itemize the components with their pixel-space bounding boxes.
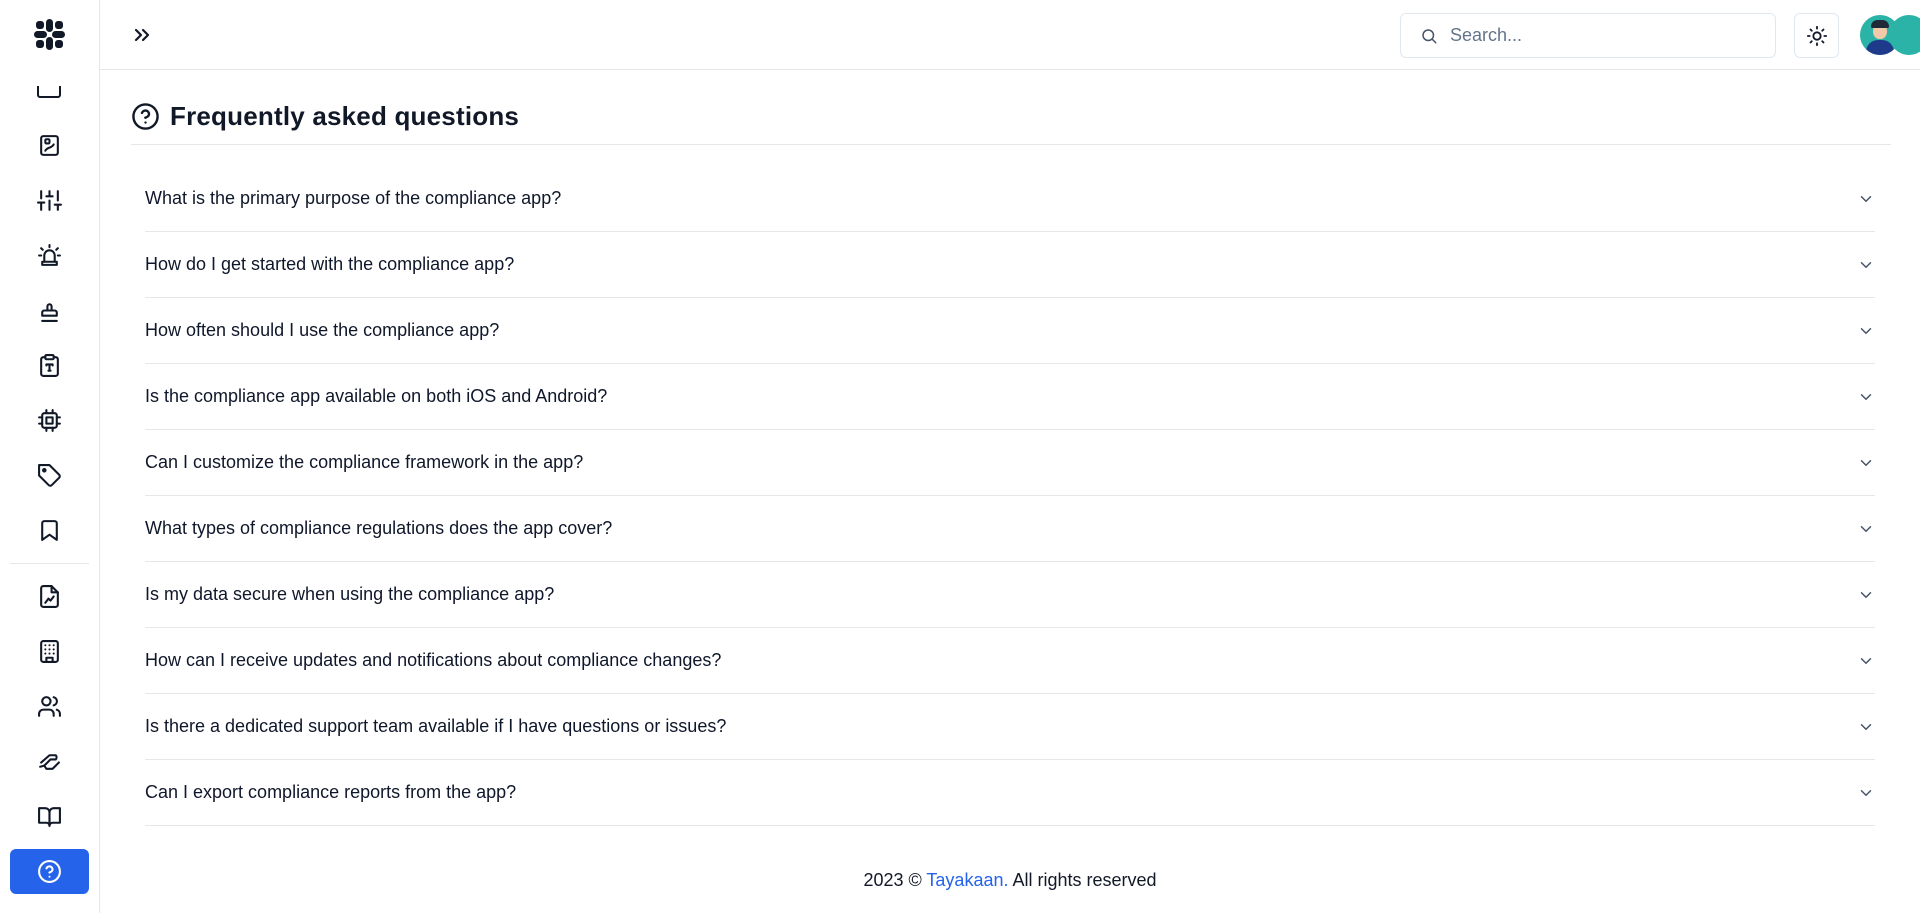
- chevron-down-icon: [1860, 195, 1872, 202]
- tag-icon: [38, 464, 61, 487]
- expand-sidebar-button[interactable]: [129, 22, 155, 48]
- stamp-icon: [41, 303, 58, 322]
- sun-icon: [1806, 25, 1827, 46]
- footer: 2023 © Tayakaan. All rights reserved: [100, 870, 1920, 891]
- chevron-down-icon: [1860, 723, 1872, 730]
- footer-rights: All rights reserved: [1008, 870, 1157, 890]
- search-box[interactable]: [1400, 13, 1776, 58]
- sidebar-item-users[interactable]: [10, 684, 89, 729]
- footer-brand-link[interactable]: Tayakaan.: [926, 870, 1008, 890]
- sidebar-item-reports[interactable]: [10, 574, 89, 619]
- building-icon: [40, 640, 59, 663]
- faq-question: How often should I use the compliance ap…: [145, 320, 500, 340]
- sidebar-item-partial[interactable]: [37, 86, 61, 100]
- chevron-down-icon: [1860, 459, 1872, 466]
- chevron-down-icon: [1860, 657, 1872, 664]
- chevrons-right-icon: [134, 28, 150, 42]
- sidebar-item-alerts[interactable]: [10, 233, 89, 278]
- clipboard-type-icon: [40, 354, 59, 377]
- faq-item[interactable]: Is my data secure when using the complia…: [145, 562, 1875, 628]
- sidebar-item-organization[interactable]: [10, 629, 89, 674]
- faq-accordion: What is the primary purpose of the compl…: [145, 166, 1875, 826]
- chevron-down-icon: [1860, 525, 1872, 532]
- faq-question: Is my data secure when using the complia…: [145, 584, 555, 604]
- cpu-icon: [38, 409, 61, 432]
- faq-question: Can I customize the compliance framework…: [145, 452, 584, 472]
- sidebar-item-settings[interactable]: [10, 178, 89, 223]
- faq-item[interactable]: What types of compliance regulations doe…: [145, 496, 1875, 562]
- book-open-icon: [38, 807, 61, 827]
- chevron-down-icon: [1860, 393, 1872, 400]
- page-heading: Frequently asked questions: [131, 101, 519, 132]
- sidebar-item-approvals[interactable]: [10, 288, 89, 333]
- sidebar-item-tags[interactable]: [10, 453, 89, 498]
- faq-question: How do I get started with the compliance…: [145, 254, 515, 274]
- faq-question: What types of compliance regulations doe…: [145, 518, 613, 538]
- chevron-down-icon: [1860, 789, 1872, 796]
- faq-question: Is there a dedicated support team availa…: [145, 716, 727, 736]
- siren-icon: [38, 244, 61, 266]
- faq-item[interactable]: What is the primary purpose of the compl…: [145, 166, 1875, 232]
- sidebar: [0, 0, 100, 913]
- bookmark-icon: [41, 520, 58, 541]
- sidebar-divider: [10, 563, 89, 564]
- search-input[interactable]: [1450, 25, 1750, 46]
- sidebar-item-docs[interactable]: [10, 794, 89, 839]
- file-chart-icon: [40, 585, 59, 608]
- users-icon: [38, 696, 61, 717]
- help-circle-icon: [38, 860, 61, 883]
- faq-question: Is the compliance app available on both …: [145, 386, 608, 406]
- sidebar-item-bookmarks[interactable]: [10, 508, 89, 553]
- handshake-icon: [39, 754, 60, 770]
- footer-copyright: 2023 ©: [863, 870, 927, 890]
- sidebar-item-partners[interactable]: [10, 739, 89, 784]
- page-title: Frequently asked questions: [170, 101, 520, 131]
- faq-item[interactable]: Can I export compliance reports from the…: [145, 760, 1875, 826]
- sidebar-item-tasks[interactable]: [10, 343, 89, 388]
- faq-item[interactable]: Is the compliance app available on both …: [145, 364, 1875, 430]
- chevron-down-icon: [1860, 327, 1872, 334]
- search-icon: [1422, 28, 1437, 43]
- sidebar-item-faq[interactable]: [10, 849, 89, 894]
- sidebar-item-systems[interactable]: [10, 398, 89, 443]
- faq-item[interactable]: How can I receive updates and notificati…: [145, 628, 1875, 694]
- help-circle-icon: [132, 103, 159, 130]
- faq-item[interactable]: How often should I use the compliance ap…: [145, 298, 1875, 364]
- heading-divider: [131, 144, 1891, 145]
- theme-toggle-button[interactable]: [1794, 13, 1839, 58]
- chevron-down-icon: [1860, 261, 1872, 268]
- faq-item[interactable]: Can I customize the compliance framework…: [145, 430, 1875, 496]
- sliders-icon: [37, 190, 62, 211]
- sidebar-item-clipboard-chart[interactable]: [10, 123, 89, 168]
- top-header: [100, 0, 1920, 70]
- faq-item[interactable]: Is there a dedicated support team availa…: [145, 694, 1875, 760]
- faq-question: Can I export compliance reports from the…: [145, 782, 517, 802]
- faq-question: How can I receive updates and notificati…: [145, 650, 722, 670]
- faq-item[interactable]: How do I get started with the compliance…: [145, 232, 1875, 298]
- app-logo-icon[interactable]: [33, 18, 66, 51]
- clipboard-chart-icon: [40, 135, 59, 156]
- faq-question: What is the primary purpose of the compl…: [145, 188, 562, 208]
- chevron-down-icon: [1860, 591, 1872, 598]
